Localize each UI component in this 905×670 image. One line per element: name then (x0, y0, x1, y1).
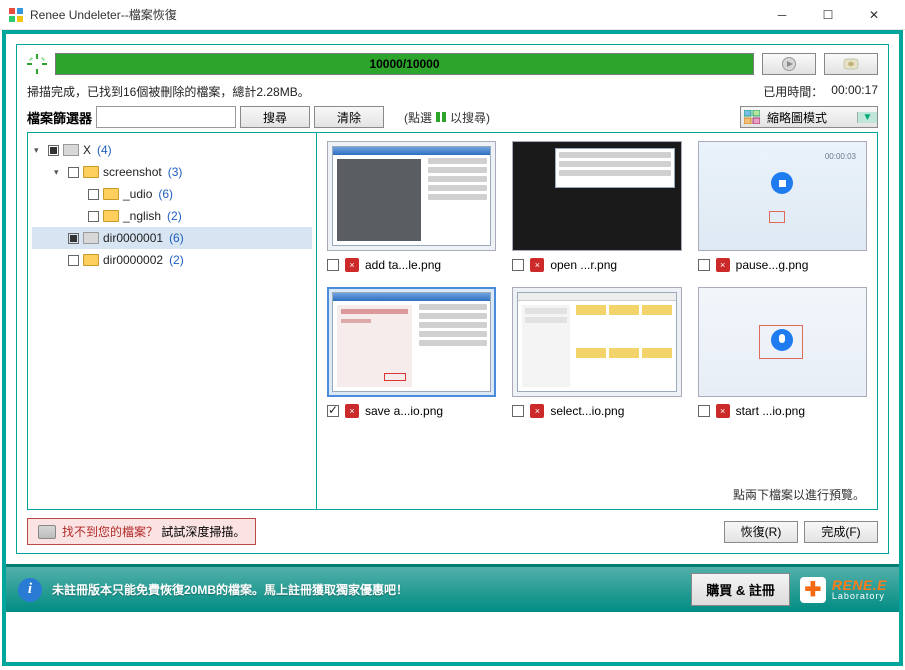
checkbox[interactable] (512, 259, 524, 271)
scan-status-text: 掃描完成，已找到16個被刪除的檔案，總計2.28MB。 (27, 83, 763, 100)
view-mode-selector[interactable]: 縮略圖模式 ▼ (740, 106, 878, 128)
brand-logo: ✚ RENE.ELaboratory (800, 577, 887, 603)
stop-button[interactable] (824, 53, 878, 75)
disk-icon (38, 525, 56, 539)
file-name: pause...g.png (736, 258, 809, 272)
file-thumb[interactable]: × add ta...le.png (327, 141, 496, 275)
filter-input[interactable] (96, 106, 236, 128)
file-name: select...io.png (550, 404, 624, 418)
search-button[interactable]: 搜尋 (240, 106, 310, 128)
finish-button[interactable]: 完成(F) (804, 521, 878, 543)
footer-message: 未註冊版本只能免費恢復20MB的檔案。馬上註冊獲取獨家優惠吧！ (52, 581, 681, 598)
checkbox[interactable] (88, 211, 99, 222)
checkbox[interactable] (512, 405, 524, 417)
search-hint: (點選 以搜尋) (404, 109, 490, 126)
checkbox[interactable] (88, 189, 99, 200)
info-icon: i (18, 578, 42, 602)
file-thumb[interactable]: × save a...io.png (327, 287, 496, 421)
deep-scan-button[interactable]: 找不到您的檔案？ 試試深度掃描。 (27, 518, 256, 545)
tree-node-nglish[interactable]: _nglish(2) (32, 205, 312, 227)
checkbox[interactable] (327, 259, 339, 271)
file-thumb[interactable]: 00:00:03 ×pause...g.png (698, 141, 867, 275)
file-name: save a...io.png (365, 404, 443, 418)
tree-node-udio[interactable]: _udio(6) (32, 183, 312, 205)
app-icon (8, 7, 24, 23)
preview-hint: 點兩下檔案以進行預覽。 (733, 486, 865, 503)
folder-icon (83, 254, 99, 266)
folder-tree[interactable]: ▾ X(4) ▾ screenshot(3) _udio(6) (27, 132, 317, 510)
deleted-icon: × (716, 258, 730, 272)
tree-node-dir2[interactable]: dir0000002(2) (32, 249, 312, 271)
deleted-icon: × (530, 258, 544, 272)
deleted-icon: × (530, 404, 544, 418)
filter-label: 檔案篩選器 (27, 108, 92, 127)
checkbox[interactable] (48, 145, 59, 156)
tree-node-screenshot[interactable]: ▾ screenshot(3) (32, 161, 312, 183)
checkbox[interactable] (698, 259, 710, 271)
tree-node-dir1[interactable]: dir0000001(6) (32, 227, 312, 249)
file-thumb[interactable]: × select...io.png (512, 287, 681, 421)
progress-bar: 10000/10000 (55, 53, 754, 75)
file-thumb[interactable]: × open ...r.png (512, 141, 681, 275)
chevron-down-icon[interactable]: ▼ (857, 112, 877, 123)
spinner-icon (27, 54, 47, 74)
footer-bar: i 未註冊版本只能免費恢復20MB的檔案。馬上註冊獲取獨家優惠吧！ 購買 & 註… (6, 564, 899, 612)
file-name: add ta...le.png (365, 258, 441, 272)
elapsed-label: 已用時間： (763, 83, 823, 100)
folder-icon (83, 232, 99, 244)
titlebar: Renee Undeleter--檔案恢復 ─ ☐ ✕ (0, 0, 905, 30)
thumbnail-icon (741, 110, 763, 124)
deleted-icon: × (345, 258, 359, 272)
folder-icon (83, 166, 99, 178)
bars-icon (436, 112, 446, 122)
file-name: open ...r.png (550, 258, 617, 272)
progress-text: 10000/10000 (369, 57, 439, 71)
checkbox[interactable] (698, 405, 710, 417)
checkbox[interactable] (68, 167, 79, 178)
app-frame: 10000/10000 掃描完成，已找到16個被刪除的檔案，總計2.28MB。 … (2, 30, 903, 666)
window-title: Renee Undeleter--檔案恢復 (30, 6, 759, 23)
file-thumb[interactable]: × start ...io.png (698, 287, 867, 421)
maximize-button[interactable]: ☐ (805, 0, 851, 30)
play-button[interactable] (762, 53, 816, 75)
folder-icon (103, 188, 119, 200)
view-mode-label: 縮略圖模式 (763, 109, 857, 126)
deleted-icon: × (716, 404, 730, 418)
checkbox[interactable] (327, 405, 339, 417)
clear-button[interactable]: 清除 (314, 106, 384, 128)
deleted-icon: × (345, 404, 359, 418)
thumbnail-pane: × add ta...le.png × open ...r.png (317, 132, 878, 510)
buy-register-button[interactable]: 購買 & 註冊 (691, 573, 790, 606)
checkbox[interactable] (68, 233, 79, 244)
minimize-button[interactable]: ─ (759, 0, 805, 30)
tree-node-root[interactable]: ▾ X(4) (32, 139, 312, 161)
recover-button[interactable]: 恢復(R) (724, 521, 798, 543)
file-name: start ...io.png (736, 404, 805, 418)
plus-icon: ✚ (800, 577, 826, 603)
elapsed-value: 00:00:17 (831, 83, 878, 100)
folder-icon (103, 210, 119, 222)
drive-icon (63, 144, 79, 156)
checkbox[interactable] (68, 255, 79, 266)
close-button[interactable]: ✕ (851, 0, 897, 30)
